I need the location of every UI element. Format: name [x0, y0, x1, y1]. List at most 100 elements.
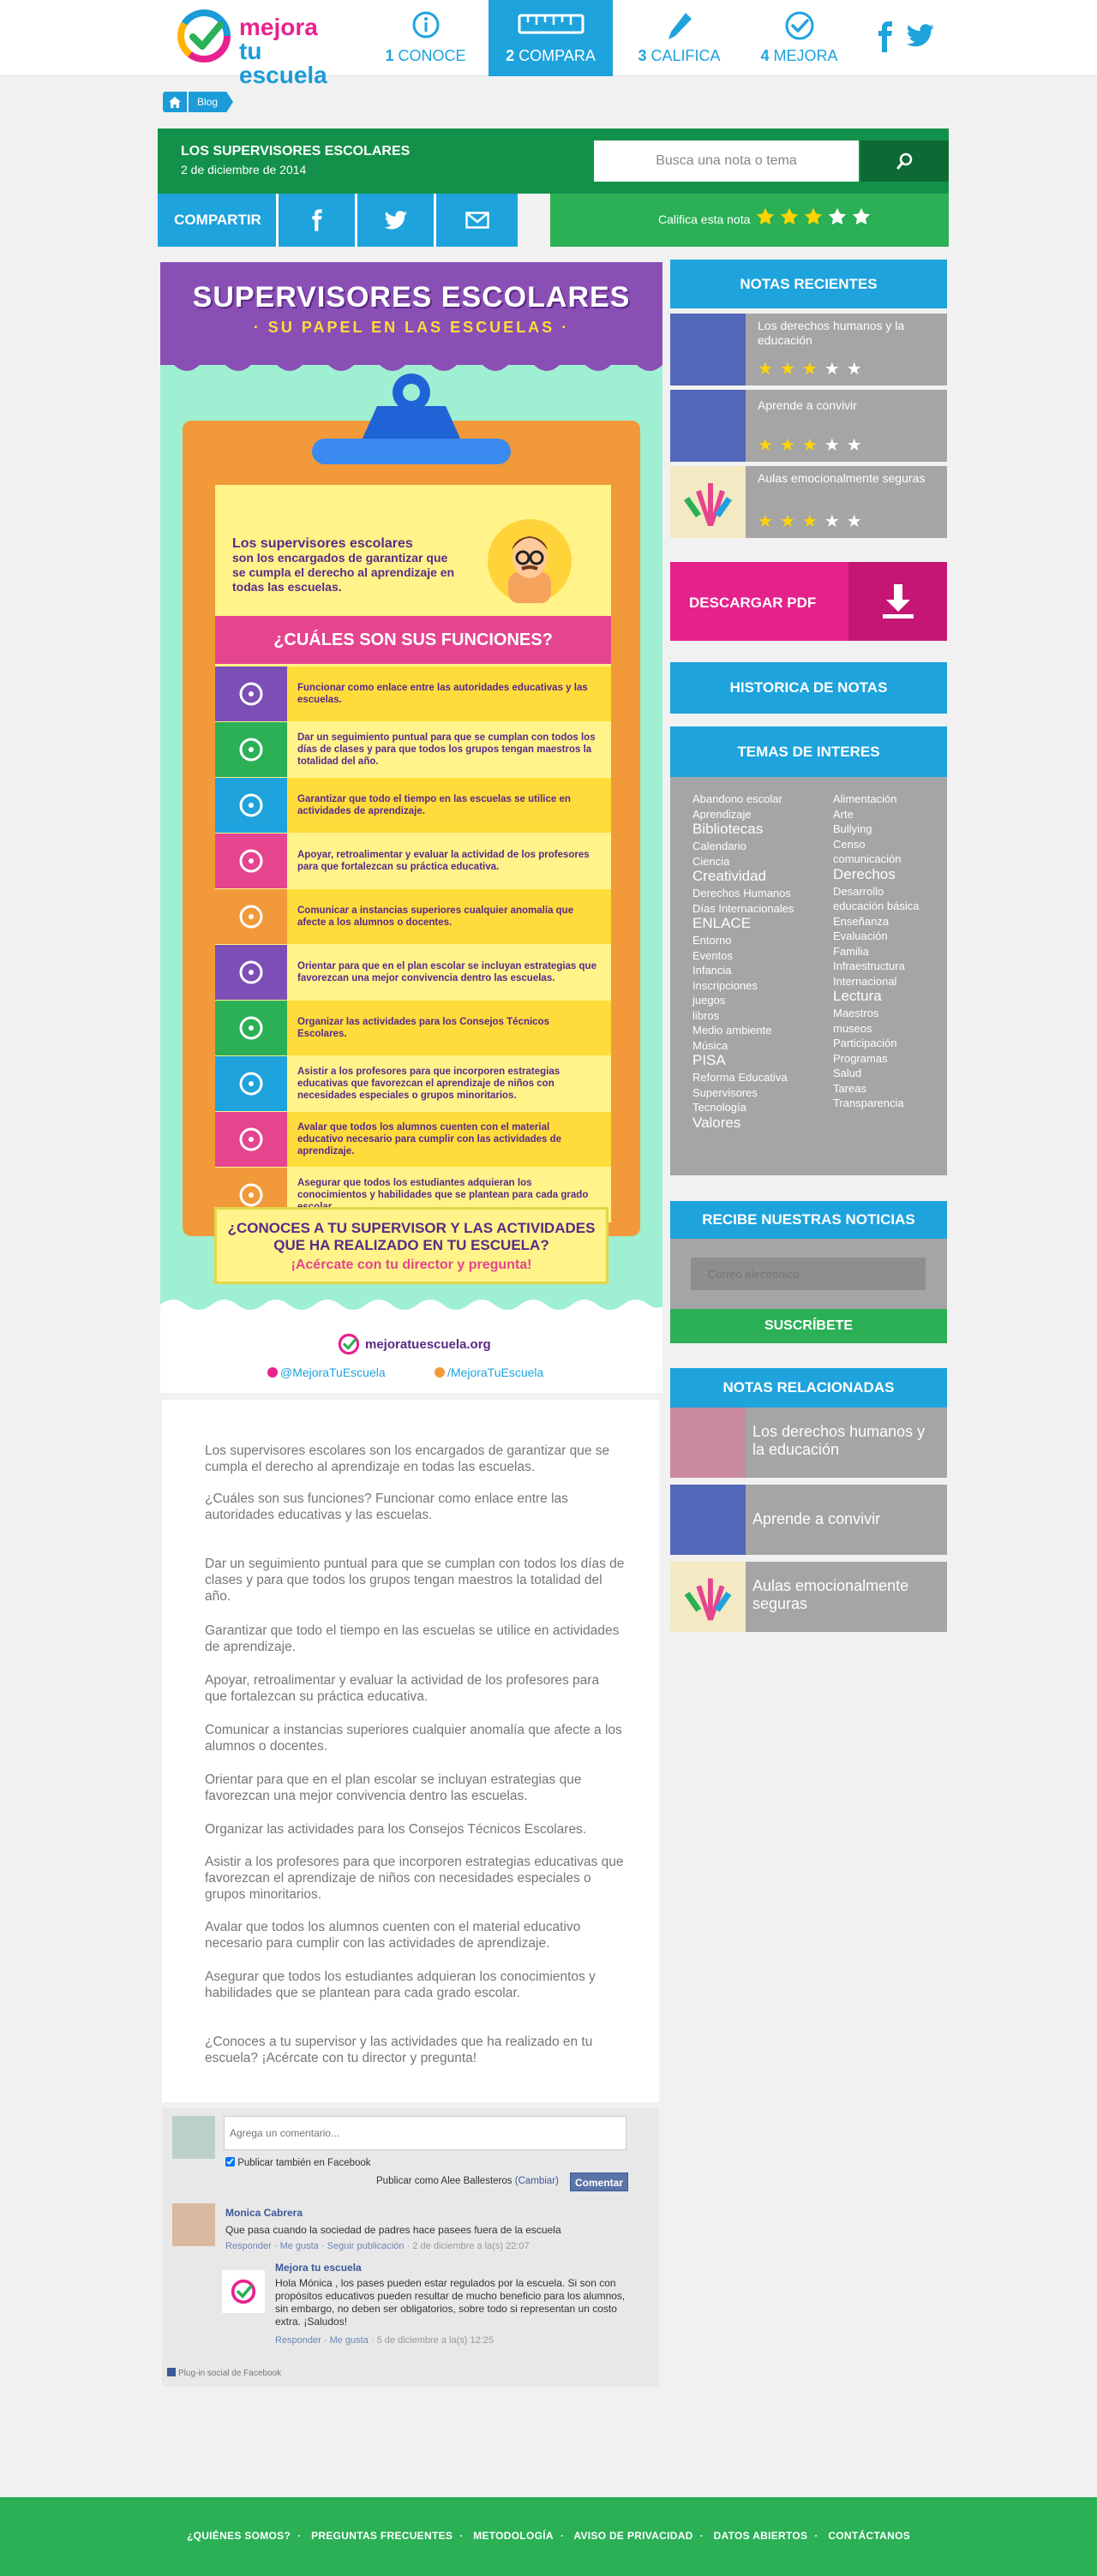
comment-actions[interactable]: Responder · Me gusta · Seguir publicació…: [225, 2241, 405, 2251]
topic-link[interactable]: Participación: [833, 1037, 896, 1049]
topic-link[interactable]: museos: [833, 1022, 872, 1035]
function-text: Avalar que todos los alumnos cuenten con…: [297, 1122, 562, 1157]
topic-link[interactable]: Supervisores: [692, 1086, 758, 1099]
function-item: Funcionar como enlace entre las autorida…: [215, 666, 611, 721]
topic-link[interactable]: Tareas: [833, 1082, 866, 1095]
comment-actions[interactable]: Responder · Me gusta: [275, 2335, 369, 2346]
topic-link[interactable]: Internacional: [833, 975, 896, 988]
infographic-facebook: /MejoraTuEscuela: [447, 1366, 544, 1379]
topic-link[interactable]: Tecnología: [692, 1101, 746, 1114]
topic-link[interactable]: Salud: [833, 1067, 861, 1079]
footer-link-about[interactable]: ¿QUIÉNES SOMOS?: [187, 2530, 291, 2542]
history-notes-button[interactable]: HISTORICA DE NOTAS: [670, 662, 947, 714]
star-icon[interactable]: [804, 207, 823, 226]
footer-link-privacy[interactable]: AVISO DE PRIVACIDAD: [573, 2530, 692, 2542]
recent-note[interactable]: Los derechos humanos y la educación ★ ★ ★ ★…: [670, 314, 947, 386]
newsletter-form: [670, 1239, 947, 1309]
topic-link[interactable]: Valores: [692, 1115, 740, 1130]
topic-link[interactable]: Programas: [833, 1052, 888, 1065]
topic-link[interactable]: Derechos: [833, 867, 896, 882]
star-icon: ★: [779, 512, 795, 531]
nav-mejora[interactable]: 4 MEJORA: [737, 0, 861, 76]
share-email-button[interactable]: [434, 194, 518, 247]
footer-link-faq[interactable]: PREGUNTAS FRECUENTES: [311, 2530, 453, 2542]
topic-link[interactable]: Reforma Educativa: [692, 1071, 788, 1084]
topic-link[interactable]: Abandono escolar: [692, 792, 782, 805]
topic-link[interactable]: educación básica: [833, 900, 919, 912]
related-note[interactable]: Aulas emocionalmente seguras: [670, 1562, 947, 1632]
nav-conoce[interactable]: 1 CONOCE: [363, 0, 488, 76]
comment-submit-button[interactable]: Comentar: [570, 2173, 628, 2191]
comment-author[interactable]: Mejora tu escuela: [275, 2262, 362, 2274]
topic-link[interactable]: Lectura: [833, 989, 882, 1003]
related-note-title: Aulas emocionalmente seguras: [752, 1577, 909, 1612]
email-field[interactable]: [691, 1258, 926, 1290]
search-button[interactable]: [860, 140, 949, 182]
topic-link[interactable]: Medio ambiente: [692, 1024, 772, 1037]
change-account-link[interactable]: (Cambiar): [515, 2176, 559, 2186]
topic-link[interactable]: ENLACE: [692, 916, 751, 930]
logo-check-icon: [231, 2279, 256, 2304]
topic-link[interactable]: Inscripciones: [692, 979, 758, 992]
topic-link[interactable]: Desarrollo: [833, 885, 884, 898]
topic-link[interactable]: Bullying: [833, 822, 872, 835]
topic-link[interactable]: Transparencia: [833, 1097, 904, 1109]
rating-stars[interactable]: [756, 207, 871, 226]
nav-compara[interactable]: 2 COMPARA: [489, 0, 613, 76]
topic-link[interactable]: juegos: [692, 994, 725, 1007]
breadcrumb-blog[interactable]: Blog: [189, 92, 234, 112]
topic-link[interactable]: Derechos Humanos: [692, 887, 791, 900]
topic-link[interactable]: Infancia: [692, 964, 732, 977]
topic-link[interactable]: Eventos: [692, 949, 733, 962]
topic-link[interactable]: Censo: [833, 838, 866, 851]
facebook-icon[interactable]: [877, 21, 894, 52]
topic-link[interactable]: Días Internacionales: [692, 902, 794, 915]
subscribe-button[interactable]: SUSCRÍBETE: [670, 1309, 947, 1343]
note-title: Los derechos humanos y la educación: [758, 319, 905, 347]
star-icon[interactable]: [828, 207, 847, 226]
topic-link[interactable]: comunicación: [833, 852, 902, 865]
topic-link[interactable]: PISA: [692, 1053, 726, 1067]
comment-author[interactable]: Monica Cabrera: [225, 2207, 303, 2219]
twitter-icon[interactable]: [906, 24, 935, 48]
function-icon: [215, 1112, 287, 1167]
footer-link-contact[interactable]: CONTÁCTANOS: [828, 2530, 910, 2542]
share-facebook-button[interactable]: [276, 194, 355, 247]
star-icon[interactable]: [780, 207, 799, 226]
topic-link[interactable]: Alimentación: [833, 792, 896, 805]
nav-califica[interactable]: 3 CALIFICA: [617, 0, 741, 76]
logo-text-line2: tu escuela: [239, 38, 327, 88]
note-thumbnail: [670, 314, 746, 386]
related-note[interactable]: Los derechos humanos y la educación: [670, 1408, 947, 1478]
post-to-facebook-checkbox[interactable]: [225, 2157, 235, 2167]
topic-link[interactable]: libros: [692, 1009, 719, 1022]
topic-link[interactable]: Ciencia: [692, 855, 729, 868]
star-icon: ★: [801, 512, 818, 531]
footer-link-methodology[interactable]: METODOLOGÍA: [473, 2530, 554, 2542]
star-icon[interactable]: [756, 207, 775, 226]
topic-link[interactable]: Aprendizaje: [692, 808, 752, 821]
star-icon: ★: [846, 436, 862, 455]
search-input[interactable]: [594, 140, 859, 182]
recent-note[interactable]: Aprende a convivir ★ ★ ★ ★ ★: [670, 390, 947, 462]
topic-link[interactable]: Maestros: [833, 1007, 878, 1019]
topic-link[interactable]: Arte: [833, 808, 854, 821]
topic-link[interactable]: Infraestructura: [833, 959, 905, 972]
topic-link[interactable]: Familia: [833, 945, 869, 958]
related-note[interactable]: Aprende a convivir: [670, 1485, 947, 1555]
topic-link[interactable]: Evaluación: [833, 929, 888, 942]
home-icon[interactable]: [163, 92, 187, 112]
site-logo[interactable]: mejora tu escuela: [176, 8, 351, 87]
topic-link[interactable]: Música: [692, 1039, 728, 1052]
star-icon[interactable]: [852, 207, 871, 226]
topic-link[interactable]: Entorno: [692, 934, 732, 947]
topic-link[interactable]: Calendario: [692, 840, 746, 852]
topic-link[interactable]: Creatividad: [692, 869, 766, 883]
topic-link[interactable]: Bibliotecas: [692, 822, 763, 836]
footer-link-open-data[interactable]: DATOS ABIERTOS: [714, 2530, 808, 2542]
topic-link[interactable]: Enseñanza: [833, 915, 889, 928]
download-pdf-button[interactable]: DESCARGAR PDF: [670, 562, 947, 641]
comment-input[interactable]: [224, 2116, 626, 2150]
share-twitter-button[interactable]: [355, 194, 434, 247]
recent-note[interactable]: Aulas emocionalmente seguras ★ ★ ★ ★ ★: [670, 466, 947, 538]
